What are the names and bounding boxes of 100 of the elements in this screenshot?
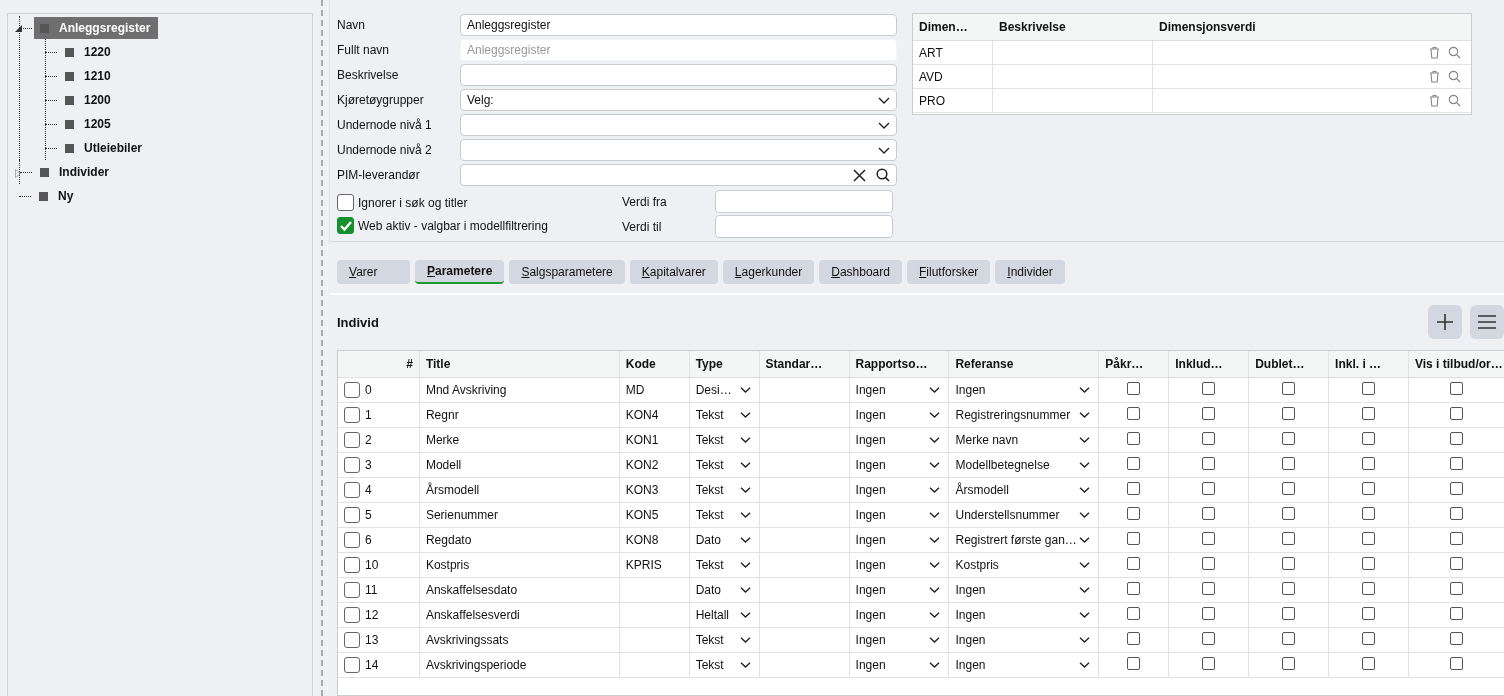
checkbox[interactable]: [1127, 481, 1141, 495]
tree-item[interactable]: Individer: [34, 161, 117, 183]
tree-item[interactable]: 1205: [59, 113, 119, 135]
checkbox[interactable]: [337, 194, 354, 211]
checkbox[interactable]: [1450, 531, 1464, 545]
checkbox[interactable]: [1282, 656, 1296, 670]
checkbox[interactable]: [1282, 481, 1296, 495]
type-dropdown[interactable]: Dato: [688, 578, 759, 602]
checkbox[interactable]: [1450, 506, 1464, 520]
reference-dropdown[interactable]: Ingen: [948, 653, 1099, 677]
report-dropdown[interactable]: Ingen: [848, 528, 949, 552]
menu-button[interactable]: [1470, 305, 1504, 339]
row-checkbox[interactable]: [344, 507, 360, 523]
report-dropdown[interactable]: Ingen: [848, 378, 949, 402]
row-checkbox[interactable]: [344, 432, 360, 448]
checkbox[interactable]: [337, 217, 354, 234]
checkbox[interactable]: [1202, 506, 1216, 520]
checkbox[interactable]: [1202, 631, 1216, 645]
reference-dropdown[interactable]: Ingen: [948, 578, 1099, 602]
checkbox[interactable]: [1362, 631, 1376, 645]
checkbox[interactable]: [1282, 631, 1296, 645]
tab[interactable]: Salgsparametere: [509, 260, 625, 284]
row-checkbox[interactable]: [344, 557, 360, 573]
input-field[interactable]: [715, 215, 893, 238]
type-dropdown[interactable]: Tekst: [688, 478, 759, 502]
checkbox[interactable]: [1127, 456, 1141, 470]
report-dropdown[interactable]: Ingen: [848, 578, 949, 602]
type-dropdown[interactable]: Tekst: [688, 653, 759, 677]
reference-dropdown[interactable]: Modellbetegnelse: [948, 453, 1099, 477]
input-field[interactable]: [715, 190, 893, 213]
type-dropdown[interactable]: Dato: [688, 528, 759, 552]
checkbox[interactable]: [1282, 381, 1296, 395]
tab[interactable]: Lagerkunder: [722, 260, 815, 284]
checkbox[interactable]: [1202, 456, 1216, 470]
report-dropdown[interactable]: Ingen: [848, 653, 949, 677]
reference-dropdown[interactable]: Merke navn: [948, 428, 1099, 452]
checkbox[interactable]: [1127, 381, 1141, 395]
checkbox[interactable]: [1362, 581, 1376, 595]
reference-dropdown[interactable]: Årsmodell: [948, 478, 1099, 502]
tree-item[interactable]: 1210: [59, 65, 119, 87]
type-dropdown[interactable]: Tekst: [688, 428, 759, 452]
checkbox[interactable]: [1362, 406, 1376, 420]
input-field[interactable]: [460, 64, 897, 86]
report-dropdown[interactable]: Ingen: [848, 628, 949, 652]
checkbox[interactable]: [1362, 556, 1376, 570]
reference-dropdown[interactable]: Kostpris: [948, 553, 1099, 577]
checkbox[interactable]: [1202, 556, 1216, 570]
reference-dropdown[interactable]: Ingen: [948, 628, 1099, 652]
tree-item[interactable]: Utleiebiler: [59, 137, 151, 159]
checkbox[interactable]: [1362, 481, 1376, 495]
reference-dropdown[interactable]: Ingen: [948, 378, 1099, 402]
type-dropdown[interactable]: Tekst: [688, 503, 759, 527]
tab[interactable]: Kapitalvarer: [629, 260, 718, 284]
checkbox[interactable]: [1362, 431, 1376, 445]
checkbox[interactable]: [1127, 431, 1141, 445]
checkbox[interactable]: [1282, 556, 1296, 570]
checkbox[interactable]: [1127, 406, 1141, 420]
checkbox[interactable]: [1362, 506, 1376, 520]
report-dropdown[interactable]: Ingen: [848, 478, 949, 502]
tree-item[interactable]: 1200: [59, 89, 119, 111]
checkbox[interactable]: [1450, 406, 1464, 420]
report-dropdown[interactable]: Ingen: [848, 553, 949, 577]
trash-icon[interactable]: [1429, 70, 1440, 83]
checkbox[interactable]: [1202, 531, 1216, 545]
collapsed-arrow-icon[interactable]: [15, 169, 21, 178]
lookup-field[interactable]: [460, 164, 897, 186]
tab[interactable]: Varer: [337, 260, 410, 284]
type-dropdown[interactable]: Tekst: [688, 453, 759, 477]
row-checkbox[interactable]: [344, 532, 360, 548]
checkbox[interactable]: [1202, 656, 1216, 670]
checkbox[interactable]: [1450, 606, 1464, 620]
checkbox[interactable]: [1202, 581, 1216, 595]
report-dropdown[interactable]: Ingen: [848, 453, 949, 477]
row-checkbox[interactable]: [344, 632, 360, 648]
checkbox[interactable]: [1127, 531, 1141, 545]
clear-icon[interactable]: [853, 168, 866, 182]
search-icon[interactable]: [876, 168, 890, 182]
checkbox[interactable]: [1127, 556, 1141, 570]
tab[interactable]: Dashboard: [819, 260, 902, 284]
row-checkbox[interactable]: [344, 382, 360, 398]
checkbox[interactable]: [1202, 481, 1216, 495]
row-checkbox[interactable]: [344, 407, 360, 423]
type-dropdown[interactable]: Tekst: [688, 403, 759, 427]
checkbox[interactable]: [1127, 606, 1141, 620]
checkbox[interactable]: [1450, 581, 1464, 595]
tree-item[interactable]: Anleggsregister: [34, 17, 159, 39]
checkbox[interactable]: [1282, 406, 1296, 420]
dropdown-field[interactable]: [460, 114, 897, 136]
trash-icon[interactable]: [1429, 46, 1440, 59]
expanded-arrow-icon[interactable]: [15, 25, 22, 32]
checkbox[interactable]: [1450, 481, 1464, 495]
row-checkbox[interactable]: [344, 607, 360, 623]
dropdown-field[interactable]: Velg:: [460, 89, 897, 111]
report-dropdown[interactable]: Ingen: [848, 428, 949, 452]
checkbox[interactable]: [1362, 381, 1376, 395]
report-dropdown[interactable]: Ingen: [848, 403, 949, 427]
checkbox[interactable]: [1202, 406, 1216, 420]
type-dropdown[interactable]: Tekst: [688, 628, 759, 652]
row-checkbox[interactable]: [344, 457, 360, 473]
dropdown-field[interactable]: [460, 139, 897, 161]
